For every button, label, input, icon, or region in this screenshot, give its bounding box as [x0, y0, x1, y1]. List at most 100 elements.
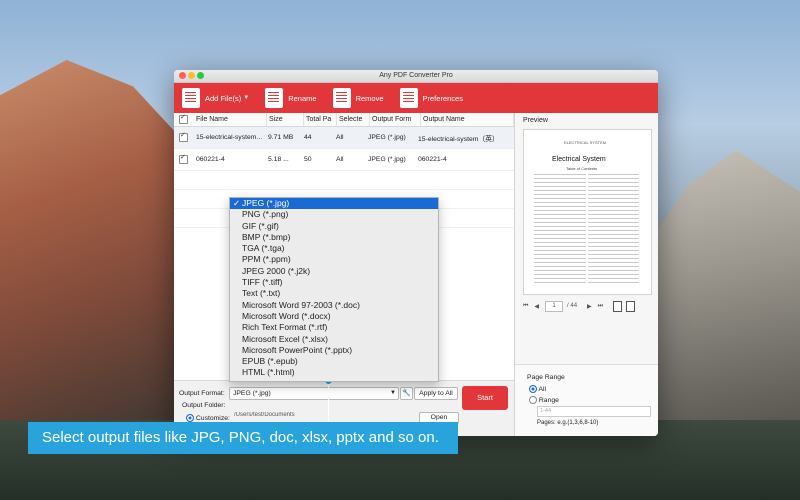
page-range-label: Page Range: [527, 374, 565, 381]
preferences-button[interactable]: Preferences: [399, 88, 463, 108]
callout-connector: [328, 380, 329, 422]
output-format-dropdown[interactable]: ✓ JPEG (*.jpg) PNG (*.png) GIF (*.gif) BM…: [229, 197, 439, 382]
page-header-text: ELECTRICAL SYSTEM: [564, 140, 607, 145]
prev-page-icon[interactable]: ◀: [534, 303, 539, 310]
file-size: 5.18 ...: [268, 156, 289, 163]
minimize-window-button[interactable]: [188, 72, 195, 79]
wrench-icon: 🔧: [402, 390, 411, 397]
format-option[interactable]: PNG (*.png): [230, 209, 438, 220]
add-file-icon: [182, 88, 200, 108]
page-title: Electrical System: [552, 156, 606, 163]
range-custom-radio[interactable]: [529, 396, 537, 404]
remove-label: Remove: [355, 93, 384, 103]
remove-button[interactable]: Remove: [332, 88, 384, 108]
table-row[interactable]: 15-electrical-system... 9.71 MB 44 All J…: [174, 127, 514, 149]
range-hint: Pages: e.g.(1,3,6,8-10): [537, 420, 599, 426]
select-all-checkbox[interactable]: [179, 113, 188, 124]
range-all-label: All: [538, 385, 547, 393]
format-option[interactable]: Microsoft PowerPoint (*.pptx): [230, 345, 438, 356]
format-option[interactable]: Microsoft Excel (*.xlsx): [230, 334, 438, 345]
col-total-pages[interactable]: Total Pa: [304, 113, 337, 126]
customize-label: Customize:: [195, 414, 230, 422]
page-navigator: ⏮ ◀ 1 / 44 ▶ ⏭: [523, 300, 653, 312]
remove-icon: [332, 88, 351, 108]
format-option[interactable]: Microsoft Word (*.docx): [230, 311, 438, 322]
row-checkbox[interactable]: [179, 131, 188, 142]
rename-label: Rename: [288, 93, 317, 103]
next-page-icon[interactable]: ▶: [587, 303, 592, 310]
output-path-field[interactable]: /Users/test/Documents: [234, 412, 384, 422]
range-all-radio[interactable]: [529, 385, 537, 393]
total-pages-label: / 44: [567, 303, 578, 309]
format-option[interactable]: GIF (*.gif): [230, 221, 438, 232]
col-size[interactable]: Size: [267, 113, 304, 126]
table-row[interactable]: 060221-4 5.18 ... 50 All JPEG (*.jpg) 06…: [174, 149, 514, 171]
format-option[interactable]: ✓ JPEG (*.jpg): [230, 198, 438, 210]
format-option[interactable]: Rich Text Format (*.rtf): [230, 322, 438, 333]
range-input[interactable]: 1-44: [537, 406, 651, 417]
col-selected[interactable]: Selecte: [337, 113, 370, 126]
output-format-value: JPEG (*.jpg): [233, 390, 271, 397]
output-format-label: Output Format:: [179, 390, 225, 397]
add-files-button[interactable]: Add File(s) ▼: [182, 88, 249, 108]
maximize-window-button[interactable]: [197, 72, 204, 79]
total-pages: 44: [304, 134, 312, 141]
format-option[interactable]: PPM (*.ppm): [230, 254, 438, 265]
page-column-gap: [586, 174, 588, 284]
chevron-down-icon: ▼: [390, 390, 396, 396]
format-option[interactable]: EPUB (*.epub): [230, 356, 438, 367]
first-page-icon[interactable]: ⏮: [523, 303, 528, 310]
window-title: Any PDF Converter Pro: [379, 72, 453, 79]
checkmark-icon: ✓: [233, 198, 241, 208]
format-option[interactable]: Text (*.txt): [230, 288, 438, 299]
start-button[interactable]: Start: [462, 386, 508, 410]
customize-option[interactable]: Customize:: [186, 414, 230, 422]
selected-pages: All: [336, 134, 344, 141]
output-name: 060221-4: [418, 156, 447, 163]
format-option[interactable]: JPEG 2000 (*.j2k): [230, 266, 438, 277]
toolbar: Add File(s) ▼ Rename Remove Preferences: [174, 83, 658, 113]
output-format: JPEG (*.jpg): [368, 134, 406, 141]
empty-row: [174, 171, 514, 190]
output-name: 15-electrical-system（英）: [418, 135, 499, 143]
preview-panel: Preview ELECTRICAL SYSTEM Electrical Sys…: [515, 113, 658, 436]
format-option[interactable]: BMP (*.bmp): [230, 232, 438, 243]
preview-page: ELECTRICAL SYSTEM Electrical System Tabl…: [523, 129, 652, 295]
rename-button[interactable]: Rename: [265, 88, 317, 108]
preview-label: Preview: [523, 117, 548, 124]
output-format-select[interactable]: JPEG (*.jpg) ▼: [229, 387, 399, 400]
total-pages: 50: [304, 156, 312, 163]
range-custom-option[interactable]: Range: [529, 396, 559, 404]
document-view-icon[interactable]: [626, 300, 636, 312]
col-file-name[interactable]: File Name: [194, 113, 267, 126]
format-option[interactable]: Microsoft Word 97-2003 (*.doc): [230, 300, 438, 311]
page-view-icon[interactable]: [613, 300, 623, 312]
range-all-option[interactable]: All: [529, 385, 546, 393]
table-header: File Name Size Total Pa Selecte Output F…: [174, 113, 514, 127]
chevron-down-icon: ▼: [243, 95, 250, 101]
format-option[interactable]: HTML (*.html): [230, 367, 438, 378]
customize-radio[interactable]: [186, 414, 194, 422]
format-option[interactable]: TGA (*.tga): [230, 243, 438, 254]
page-subtitle: Table of Contents: [566, 166, 598, 171]
file-size: 9.71 MB: [268, 134, 294, 141]
col-output-name[interactable]: Output Name: [421, 113, 514, 126]
title-bar: Any PDF Converter Pro: [174, 70, 658, 83]
range-custom-label: Range: [538, 396, 559, 404]
row-checkbox[interactable]: [179, 153, 188, 164]
preferences-icon: [399, 88, 418, 108]
last-page-icon[interactable]: ⏭: [598, 303, 603, 310]
output-format: JPEG (*.jpg): [368, 156, 406, 163]
callout-banner: Select output files like JPG, PNG, doc, …: [28, 422, 458, 454]
add-files-label: Add File(s): [205, 93, 242, 103]
file-name: 15-electrical-system...: [196, 134, 263, 141]
format-settings-button[interactable]: 🔧: [400, 387, 413, 400]
close-window-button[interactable]: [179, 72, 186, 79]
file-name: 060221-4: [196, 156, 225, 163]
col-output-format[interactable]: Output Form: [370, 113, 421, 126]
page-number-input[interactable]: 1: [545, 300, 564, 312]
page-range-box: Page Range All Range 1-44 Pages: e.g.(1,…: [515, 364, 658, 436]
selected-pages: All: [336, 156, 344, 163]
format-option[interactable]: TIFF (*.tiff): [230, 277, 438, 288]
apply-to-all-button[interactable]: Apply to All: [414, 387, 458, 400]
